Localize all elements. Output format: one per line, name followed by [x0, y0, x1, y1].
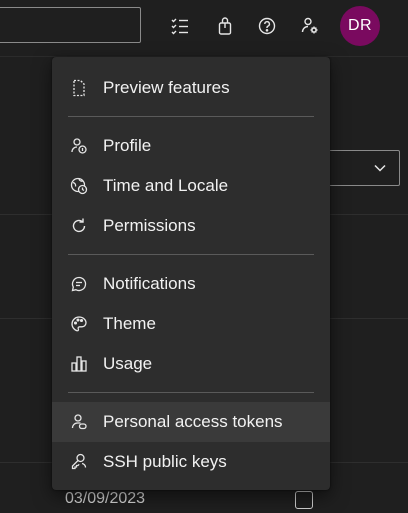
- help-icon[interactable]: [251, 10, 283, 42]
- menu-item-label: Permissions: [103, 216, 196, 235]
- menu-divider: [68, 116, 314, 117]
- menu-divider: [68, 254, 314, 255]
- menu-item-personal-access-tokens[interactable]: Personal access tokens: [52, 402, 330, 442]
- row-checkbox[interactable]: [295, 491, 313, 509]
- chevron-down-icon: [374, 164, 386, 172]
- person-key-icon: [69, 412, 89, 432]
- user-settings-icon[interactable]: [294, 10, 326, 42]
- bar-chart-icon: [69, 354, 89, 374]
- globe-clock-icon: [69, 176, 89, 196]
- menu-divider: [68, 392, 314, 393]
- menu-item-notifications[interactable]: Notifications: [52, 264, 330, 304]
- avatar[interactable]: DR: [340, 6, 380, 46]
- profile-icon: [69, 136, 89, 156]
- menu-item-time-and-locale[interactable]: Time and Locale: [52, 166, 330, 206]
- menu-item-label: Time and Locale: [103, 176, 229, 195]
- document-icon: [69, 78, 89, 98]
- key-people-icon: [69, 452, 89, 472]
- menu-item-label: Personal access tokens: [103, 412, 283, 431]
- task-list-icon[interactable]: [164, 10, 196, 42]
- menu-item-label: Profile: [103, 136, 152, 155]
- menu-item-theme[interactable]: Theme: [52, 304, 330, 344]
- menu-item-usage[interactable]: Usage: [52, 344, 330, 384]
- menu-item-ssh-public-keys[interactable]: SSH public keys: [52, 442, 330, 482]
- menu-item-label: Usage: [103, 354, 153, 373]
- user-settings-menu: Preview features Profile Time and Locale…: [52, 57, 330, 490]
- menu-item-label: Theme: [103, 314, 156, 333]
- avatar-initials: DR: [347, 17, 373, 34]
- marketplace-bag-icon[interactable]: [209, 10, 241, 42]
- menu-item-label: Notifications: [103, 274, 196, 293]
- menu-item-preview-features[interactable]: Preview features: [52, 68, 330, 108]
- refresh-icon: [69, 216, 89, 236]
- search-input[interactable]: [0, 7, 141, 43]
- menu-item-label: Preview features: [103, 78, 230, 97]
- row-date: 03/09/2023: [65, 490, 146, 507]
- menu-item-profile[interactable]: Profile: [52, 126, 330, 166]
- page: DR 03/09/2023 Preview features Profile T…: [0, 0, 408, 513]
- top-bar: DR: [0, 0, 408, 57]
- menu-item-label: SSH public keys: [103, 452, 227, 471]
- palette-icon: [69, 314, 89, 334]
- chat-bubble-icon: [69, 274, 89, 294]
- menu-item-permissions[interactable]: Permissions: [52, 206, 330, 246]
